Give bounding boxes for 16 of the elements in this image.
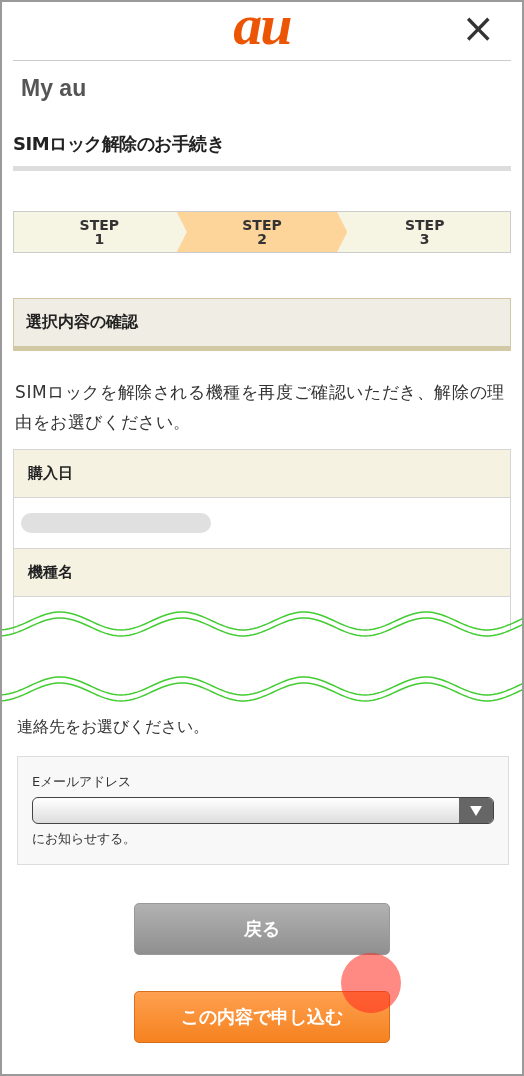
tap-indicator: [341, 953, 401, 1013]
email-dropdown[interactable]: [32, 797, 494, 824]
field-suffix: にお知らせする。: [32, 830, 137, 848]
field-label: Eメールアドレス: [32, 773, 133, 791]
page-title: SIMロック解除のお手続き: [13, 132, 511, 171]
step-indicator: STEP 2: [176, 212, 348, 252]
section-heading: 選択内容の確認: [13, 298, 511, 351]
table-header-cell: 購入日: [14, 450, 510, 498]
back-button[interactable]: 戻る: [134, 903, 390, 955]
contact-prompt: 連絡先をお選びください。: [17, 717, 210, 738]
logo: au: [233, 2, 291, 54]
intro-text: SIMロックを解除される機種を再度ご確認いただき、解除の理由をお選びください。: [15, 381, 506, 434]
submit-button[interactable]: この内容で申し込む: [134, 991, 390, 1043]
brand-title: My au: [21, 75, 88, 102]
table-header-cell: 機種名: [14, 549, 510, 597]
close-button[interactable]: ×: [461, 8, 495, 48]
